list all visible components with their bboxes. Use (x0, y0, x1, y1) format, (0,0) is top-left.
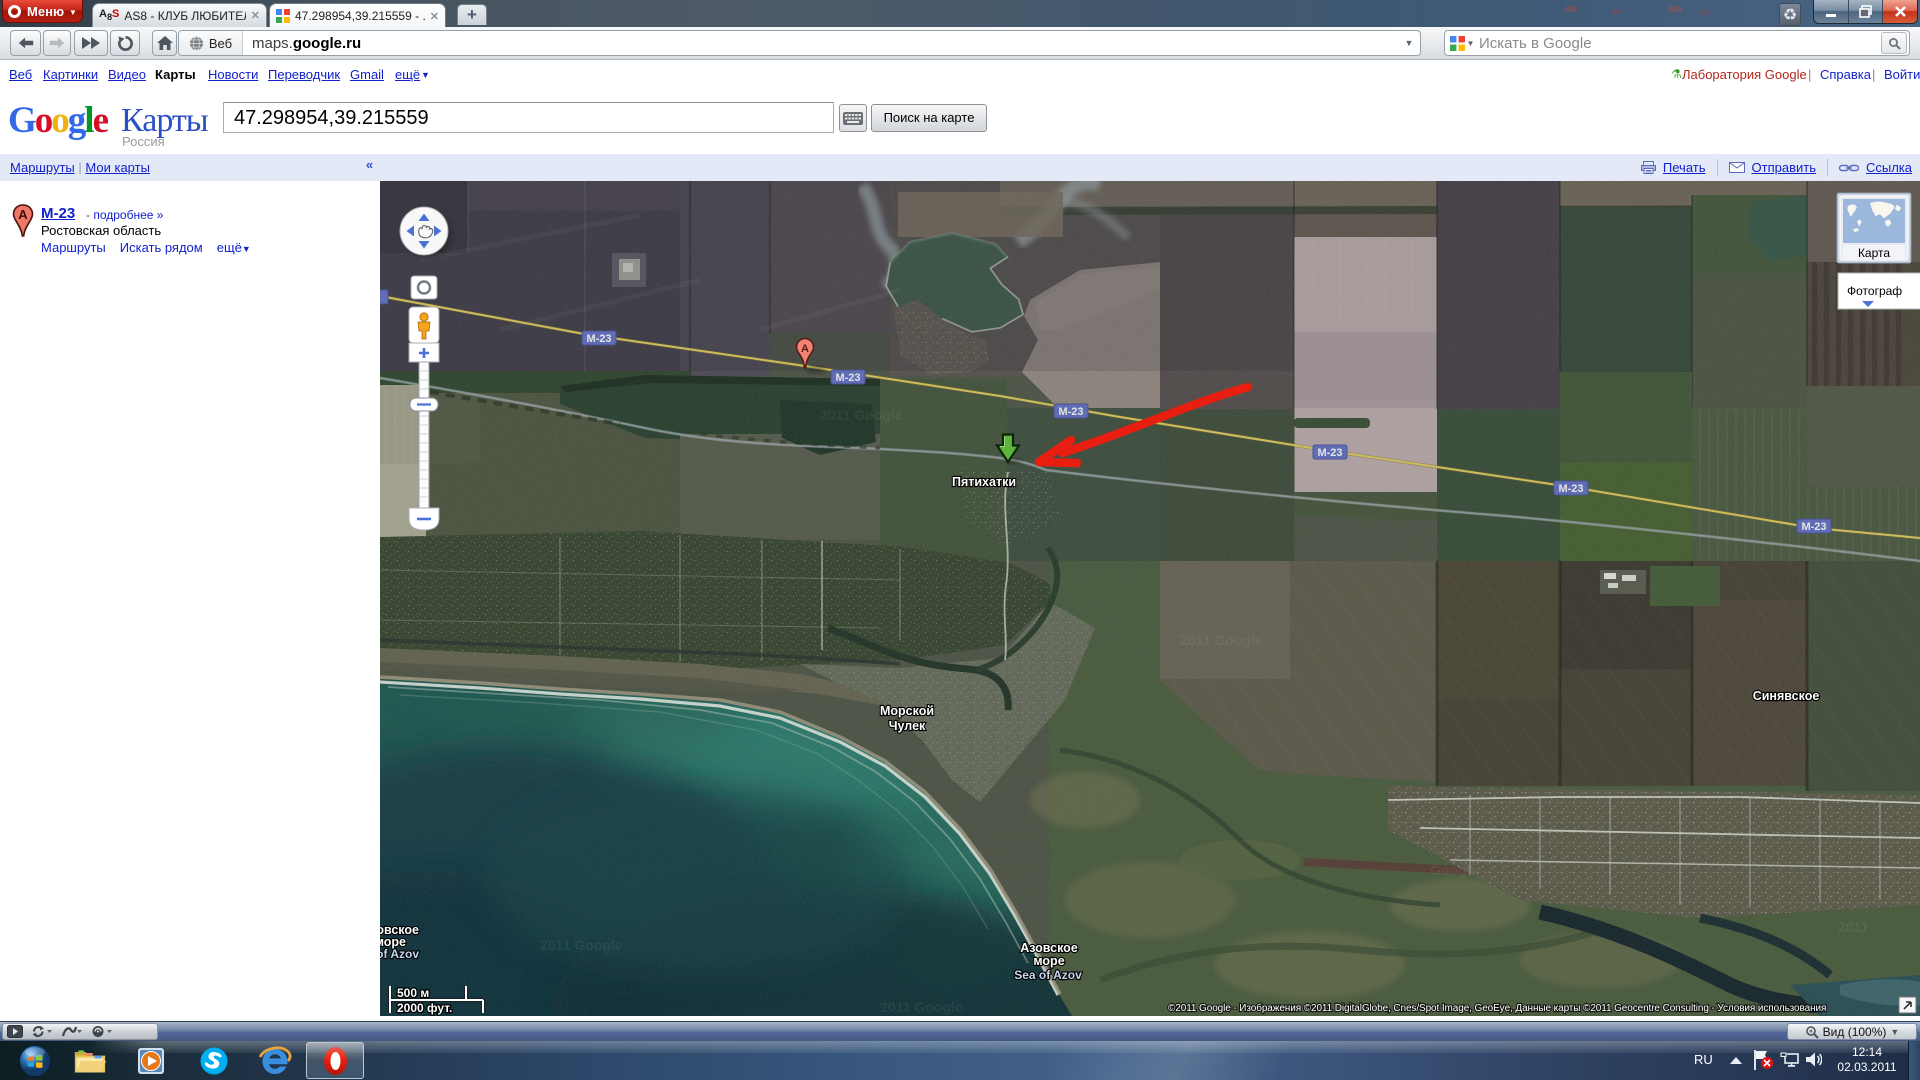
svg-text:Sea of Azov: Sea of Azov (380, 947, 419, 961)
svg-text:2011: 2011 (1838, 919, 1869, 935)
svg-text:2011 Google: 2011 Google (820, 407, 903, 423)
svg-text:Фотограф: Фотограф (1847, 284, 1902, 298)
svg-text:Морской: Морской (880, 704, 934, 718)
svg-text:A: A (801, 343, 809, 355)
svg-text:©2011 Google - Изображения ©20: ©2011 Google - Изображения ©2011 Digital… (1168, 1002, 1826, 1014)
svg-text:2011 Google: 2011 Google (1180, 632, 1263, 648)
svg-text:2011 Google: 2011 Google (880, 999, 963, 1015)
svg-text:Чулек: Чулек (889, 719, 926, 733)
svg-text:море: море (1033, 954, 1064, 968)
svg-text:2000 фут.: 2000 фут. (397, 1001, 452, 1015)
svg-text:Google: Google (1430, 862, 1478, 878)
svg-text:Синявское: Синявское (1753, 689, 1820, 703)
svg-text:2011 Google: 2011 Google (540, 937, 623, 953)
svg-text:Карта: Карта (1858, 246, 1890, 260)
svg-text:A: A (18, 207, 28, 222)
svg-text:500 м: 500 м (397, 986, 429, 1000)
svg-text:Sea of Azov: Sea of Azov (1014, 968, 1082, 982)
svg-text:Азовское: Азовское (1020, 941, 1078, 955)
